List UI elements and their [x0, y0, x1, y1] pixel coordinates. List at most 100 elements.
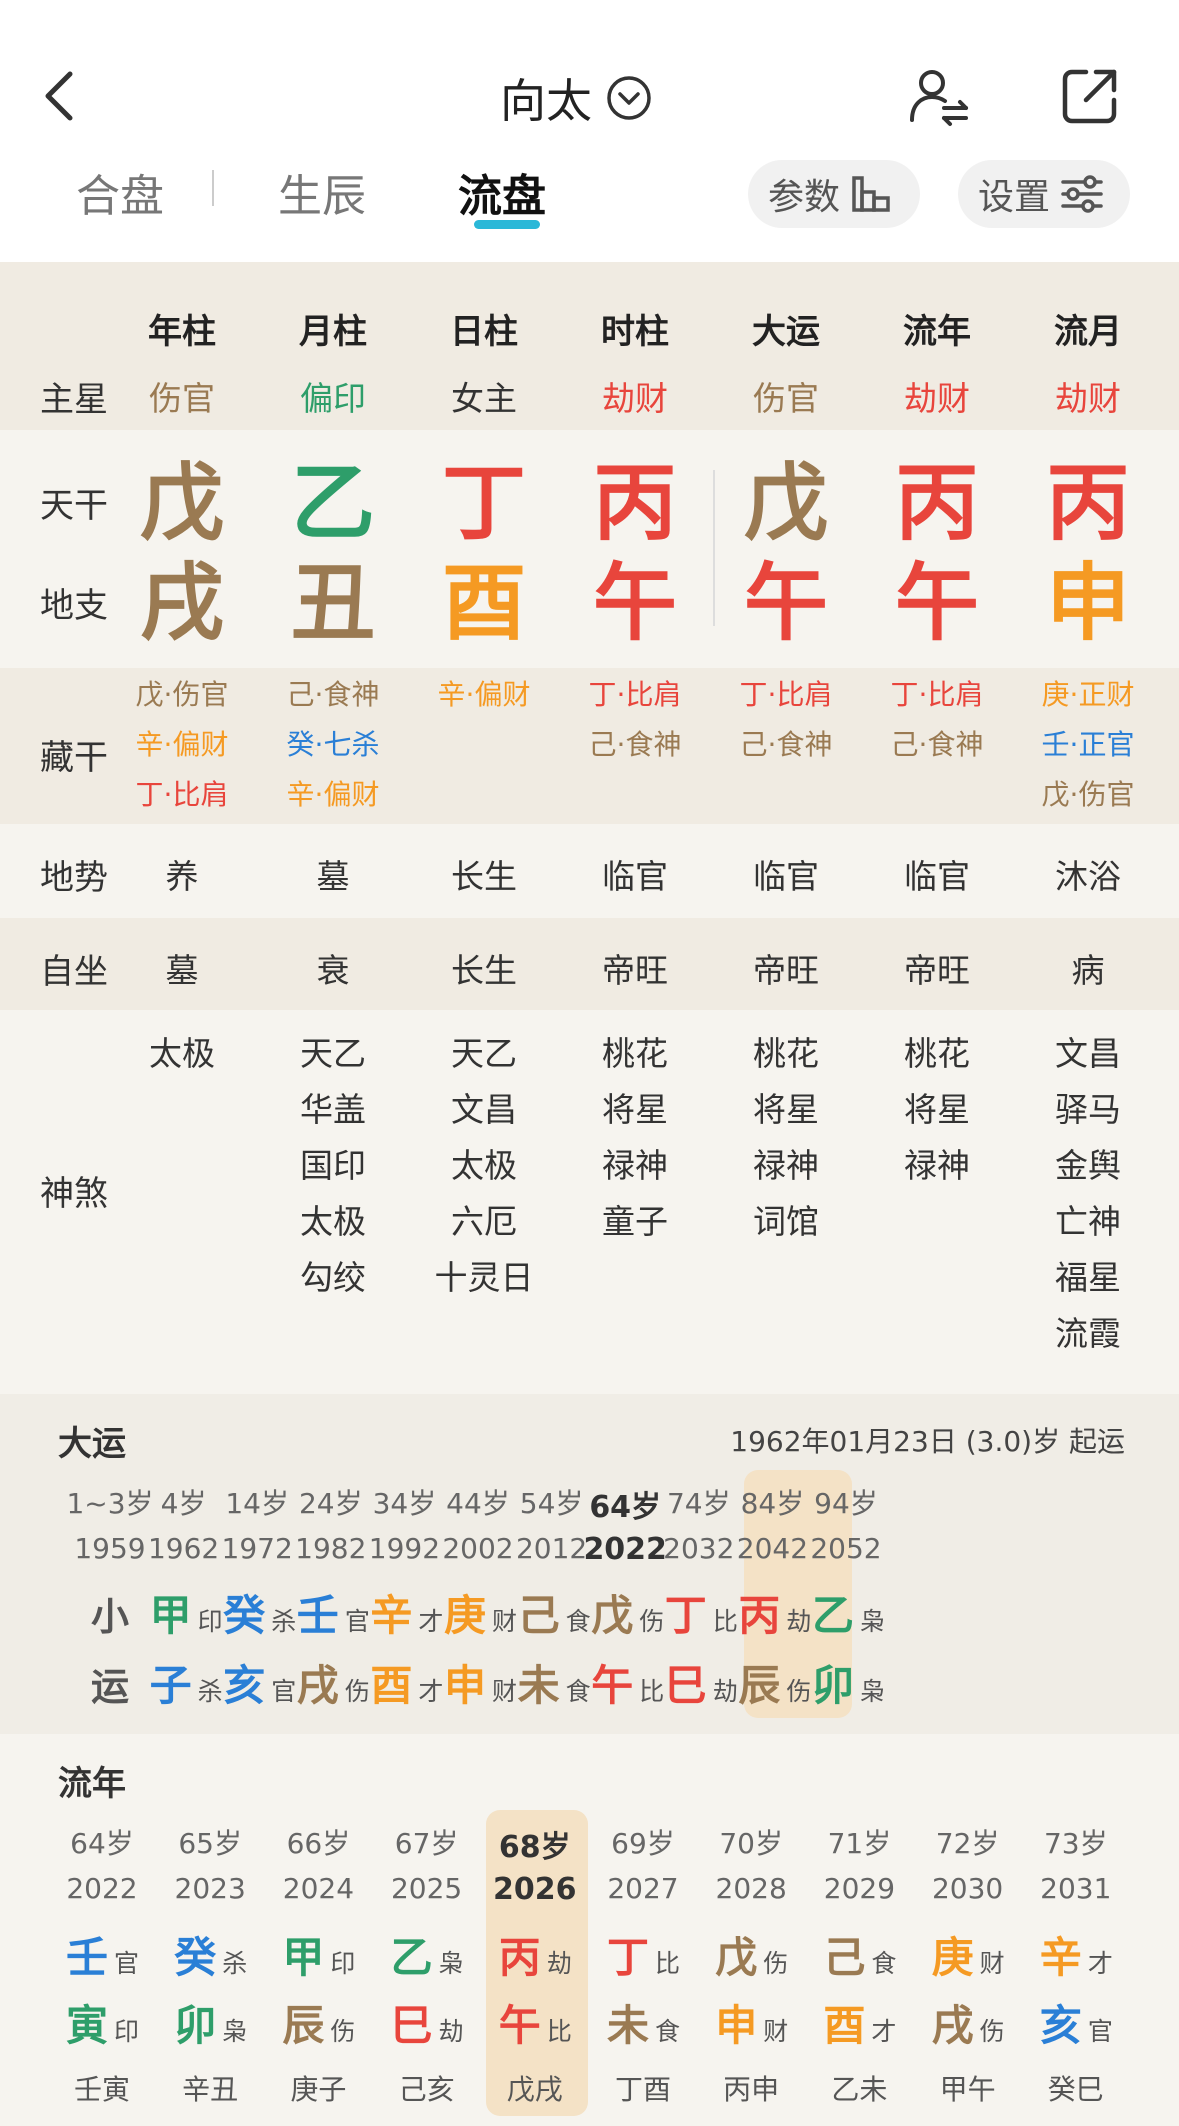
liunian-gan[interactable]: 丁比	[607, 1924, 680, 1985]
label-zhuxing: 主星	[40, 380, 108, 420]
params-button[interactable]: 参数	[748, 160, 920, 228]
chevron-down-circle-icon	[607, 76, 651, 120]
liunian-gan-shishen: 财	[979, 1949, 1005, 1978]
liunian-zhi[interactable]: 申财	[715, 1992, 788, 2053]
settings-button[interactable]: 设置	[958, 160, 1130, 228]
dayun-gan[interactable]: 辛才	[370, 1582, 443, 1643]
liunian-gan[interactable]: 丙劫	[499, 1924, 572, 1985]
liunian-gan[interactable]: 辛才	[1040, 1924, 1113, 1985]
dayun-zhi[interactable]: 未食	[518, 1652, 591, 1713]
shensha-item: 禄神	[602, 1146, 668, 1185]
dayun-gan[interactable]: 癸杀	[223, 1582, 296, 1643]
liunian-zhi[interactable]: 未食	[607, 1992, 680, 2053]
profile-switcher[interactable]: 向太	[500, 68, 652, 128]
share-button[interactable]	[1060, 66, 1120, 126]
earthly-branch: 丑	[290, 554, 375, 652]
dayun-gan[interactable]: 乙枭	[812, 1582, 885, 1643]
dayun-zhi-shishen: 杀	[197, 1677, 223, 1706]
liunian-gan[interactable]: 壬官	[66, 1924, 139, 1985]
dayun-gan[interactable]: 丁比	[665, 1582, 738, 1643]
earthly-branch: 申	[1045, 554, 1130, 652]
dishi-value: 沐浴	[1055, 857, 1121, 896]
dayun-zhi-char: 午	[591, 1661, 634, 1710]
liunian-gan[interactable]: 乙枭	[391, 1924, 464, 1985]
dayun-zhi[interactable]: 子杀	[150, 1652, 223, 1713]
xiaoyun-label[interactable]: 运	[60, 1656, 160, 1711]
liunian-zhi[interactable]: 辰伤	[282, 1992, 355, 2053]
liunian-zhi[interactable]: 亥官	[1040, 1992, 1113, 2053]
liunian-xiaoyun: 戊戌	[506, 2073, 563, 2106]
dayun-zhi[interactable]: 卯枭	[812, 1652, 885, 1713]
liunian-gan-char: 戊	[715, 1933, 758, 1982]
liunian-gan-shishen: 印	[330, 1949, 356, 1978]
liunian-zhi-shishen: 食	[655, 2017, 681, 2046]
dayun-gan[interactable]: 戊伤	[591, 1582, 664, 1643]
shensha-item: 太极	[300, 1202, 366, 1241]
dayun-gan[interactable]: 己食	[518, 1582, 591, 1643]
liunian-gan-char: 庚	[931, 1933, 974, 1982]
dayun-zhi[interactable]: 巳劫	[665, 1652, 738, 1713]
dayun-gan-shishen: 枭	[860, 1607, 886, 1636]
dayun-zhi[interactable]: 辰伤	[738, 1652, 811, 1713]
liunian-year: 2022	[66, 1872, 138, 1905]
liunian-xiaoyun: 己亥	[398, 2073, 455, 2106]
shensha-item: 十灵日	[434, 1258, 534, 1297]
dayun-gan[interactable]: 壬官	[297, 1582, 370, 1643]
params-label: 参数	[768, 177, 841, 218]
liunian-zhi-char: 酉	[823, 2001, 866, 2050]
back-button[interactable]	[38, 68, 82, 124]
liunian-gan-shishen: 枭	[438, 1949, 464, 1978]
shensha-item: 桃花	[904, 1034, 970, 1073]
dayun-zhi[interactable]: 酉才	[370, 1652, 443, 1713]
switch-user-button[interactable]	[908, 66, 970, 128]
tab-hepan[interactable]: 合盘	[76, 160, 164, 224]
xiaoyun-label[interactable]: 小	[60, 1586, 160, 1641]
liunian-age: 70岁	[719, 1827, 783, 1860]
earthly-branch: 午	[592, 554, 677, 652]
liunian-zhi[interactable]: 酉才	[823, 1992, 896, 2053]
dayun-gan[interactable]: 丙劫	[738, 1582, 811, 1643]
dayun-zhi-char: 酉	[370, 1661, 413, 1710]
heavenly-stem: 戊	[139, 454, 224, 552]
tab-bar: 合盘 生辰 流盘 参数 设置	[0, 160, 1179, 260]
liunian-zhi[interactable]: 卯枭	[174, 1992, 247, 2053]
hidden-stem: 丁·比肩	[890, 678, 984, 711]
dayun-gan[interactable]: 庚财	[444, 1582, 517, 1643]
bazi-chart: 主星 天干 地支 藏干 地势 自坐 神煞 年柱 伤官戊戌戊·伤官 辛·偏财 丁·比肩养…	[0, 262, 1179, 1394]
liunian-zhi-shishen: 财	[763, 2017, 789, 2046]
liunian-gan[interactable]: 庚财	[932, 1924, 1005, 1985]
tab-liupan[interactable]: 流盘	[458, 160, 546, 224]
pillar-header: 月柱	[299, 312, 367, 352]
liunian-gan[interactable]: 戊伤	[715, 1924, 788, 1985]
liunian-zhi[interactable]: 戌伤	[932, 1992, 1005, 2053]
liunian-xiaoyun: 乙未	[831, 2073, 888, 2106]
dayun-zhi[interactable]: 午比	[591, 1652, 664, 1713]
dishi-value: 墓	[316, 857, 350, 896]
liunian-xiaoyun: 癸巳	[1047, 2073, 1104, 2106]
liunian-gan-shishen: 伤	[763, 1949, 789, 1978]
tab-shengchen[interactable]: 生辰	[278, 160, 366, 224]
dayun-zhi[interactable]: 申财	[444, 1652, 517, 1713]
hidden-stem: 癸·七杀	[286, 728, 380, 761]
hidden-stem: 己·食神	[739, 728, 833, 761]
qiyun-date: 1962年01月23日 (3.0)岁 起运	[730, 1425, 1125, 1458]
liunian-zhi-char: 戌	[931, 2001, 974, 2050]
dayun-gan[interactable]: 甲印	[150, 1582, 223, 1643]
earthly-branch: 酉	[441, 554, 526, 652]
dayun-zhi[interactable]: 亥官	[223, 1652, 296, 1713]
dayun-zhi[interactable]: 戌伤	[297, 1652, 370, 1713]
dayun-zhi-shishen: 劫	[712, 1677, 738, 1706]
liunian-zhi-shishen: 官	[1087, 2017, 1113, 2046]
shensha-item: 将星	[904, 1090, 970, 1129]
liunian-zhi-char: 未	[607, 2001, 650, 2050]
main-star: 女主	[451, 379, 517, 418]
shensha-item: 桃花	[753, 1034, 819, 1073]
shensha-item: 文昌	[1055, 1034, 1121, 1073]
liunian-zhi[interactable]: 午比	[499, 1992, 572, 2053]
liunian-gan[interactable]: 甲印	[282, 1924, 355, 1985]
liunian-zhi[interactable]: 巳劫	[391, 1992, 464, 2053]
liunian-gan-char: 癸	[174, 1933, 217, 1982]
liunian-gan[interactable]: 己食	[823, 1924, 896, 1985]
liunian-gan[interactable]: 癸杀	[174, 1924, 247, 1985]
liunian-zhi[interactable]: 寅印	[66, 1992, 139, 2053]
